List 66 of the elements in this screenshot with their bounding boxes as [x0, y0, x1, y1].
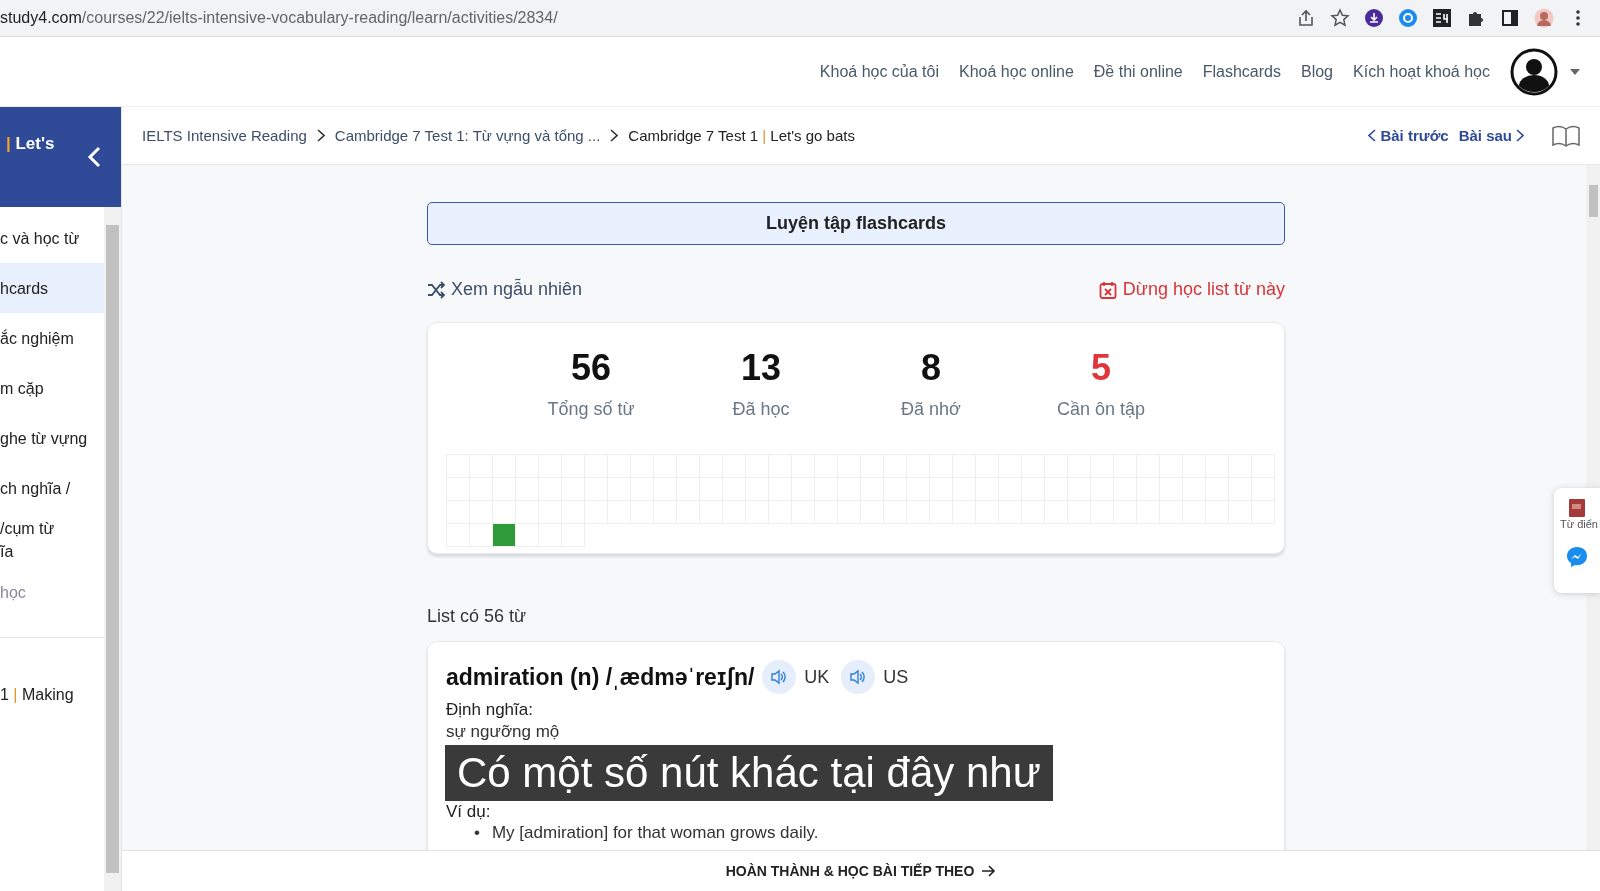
- nav-link[interactable]: Flashcards: [1202, 62, 1281, 81]
- nav-link[interactable]: Khoá học của tôi: [819, 62, 939, 81]
- stat-value: 56: [570, 347, 611, 389]
- sidebar-item[interactable]: 1 | Making: [0, 686, 104, 704]
- speaker-button[interactable]: [841, 660, 876, 694]
- stat-label: Cần ôn tập: [1056, 399, 1146, 420]
- speaker-icon: [849, 669, 868, 685]
- stat-label: Đã học: [732, 399, 790, 420]
- sidebar-item[interactable]: ắc nghiệm: [0, 322, 74, 354]
- star-icon[interactable]: [1330, 8, 1350, 28]
- download-icon[interactable]: [1364, 8, 1384, 28]
- definition-label: Định nghĩa:: [446, 700, 534, 720]
- chevron-right-icon: [316, 129, 325, 142]
- sidebar-item[interactable]: c và học từ: [0, 222, 80, 254]
- side-panel-icon[interactable]: [1500, 8, 1520, 28]
- profile-avatar[interactable]: [1534, 8, 1554, 28]
- definition-text: sự ngưỡng mộ: [446, 722, 561, 742]
- speaker-button[interactable]: [762, 660, 797, 694]
- chevron-left-icon[interactable]: [87, 146, 101, 168]
- nav-link[interactable]: Kích hoạt khoá học: [1353, 62, 1490, 81]
- stop-learning-link[interactable]: Dừng học list từ này: [1098, 279, 1285, 300]
- breadcrumb-link[interactable]: Cambridge 7 Test 1: Từ vựng và tổng ...: [334, 127, 601, 144]
- arrow-right-icon: [982, 865, 997, 877]
- bullet: •: [474, 823, 480, 843]
- chevron-right-icon: [610, 129, 619, 142]
- chevron-left-icon: [1368, 129, 1377, 142]
- dictionary-button[interactable]: Từ điển: [1554, 498, 1600, 530]
- headword: admiration (n) /ˌædməˈreɪʃn/: [446, 663, 755, 691]
- next-lesson-link[interactable]: Bài sau: [1458, 127, 1524, 144]
- nav-link[interactable]: Đề thi online: [1093, 62, 1183, 81]
- sidebar-item[interactable]: m cặp: [0, 372, 44, 404]
- book-icon: [1568, 498, 1586, 518]
- accent-label: US: [883, 666, 909, 688]
- example-label: Ví dụ:: [446, 802, 492, 821]
- lesson-title: | Let's: [6, 134, 55, 154]
- video-subtitle: Có một số nút khác tại đây như: [445, 745, 1053, 801]
- user-avatar[interactable]: [1510, 47, 1558, 96]
- breadcrumb-link[interactable]: IELTS Intensive Reading: [142, 127, 307, 144]
- nav-link[interactable]: Blog: [1301, 62, 1333, 81]
- chevron-right-icon: [1516, 129, 1524, 142]
- shuffle-icon: [427, 280, 445, 299]
- stat-value: 5: [1091, 347, 1111, 389]
- stat-label: Đã nhớ: [901, 399, 961, 420]
- scrollbar[interactable]: [104, 207, 121, 891]
- accent-label: UK: [804, 666, 830, 688]
- sidebar-item[interactable]: ghe từ vựng: [0, 422, 88, 454]
- share-icon[interactable]: [1296, 8, 1316, 28]
- previous-lesson-link[interactable]: Bài trước: [1368, 127, 1449, 144]
- extension-icon[interactable]: [1432, 8, 1452, 28]
- caret-icon[interactable]: [1570, 68, 1580, 75]
- shuffle-link[interactable]: Xem ngẫu nhiên: [427, 279, 583, 300]
- list-title: List có 56 từ: [427, 606, 528, 627]
- breadcrumb-link[interactable]: Cambridge 7 Test 1 | Let's go bats: [628, 127, 855, 144]
- stat-value: 8: [921, 347, 941, 389]
- speaker-icon: [770, 669, 789, 685]
- book-icon[interactable]: [1552, 124, 1580, 147]
- sidebar-item[interactable]: ch nghĩa /: [0, 472, 71, 504]
- stat-label: Tổng số từ: [547, 399, 635, 420]
- complete-next-button[interactable]: HOÀN THÀNH & HỌC BÀI TIẾP THEO: [719, 862, 1003, 880]
- calendar-x-icon: [1098, 280, 1117, 299]
- sidebar-item[interactable]: /cụm từ ĩa: [0, 513, 55, 567]
- stat-value: 13: [740, 347, 781, 389]
- practice-flashcards-button[interactable]: Luyện tập flashcards: [427, 202, 1285, 245]
- chat-icon[interactable]: [1566, 546, 1588, 568]
- nav-link[interactable]: Khoá học online: [959, 62, 1074, 81]
- example-sentence: My [admiration] for that woman grows daily.: [491, 823, 819, 843]
